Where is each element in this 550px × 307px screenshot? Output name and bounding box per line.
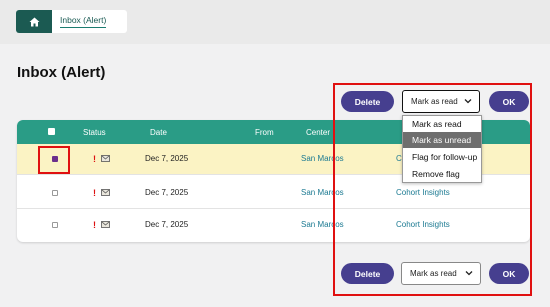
row-checkbox[interactable] — [52, 222, 58, 228]
header-date[interactable]: Date — [150, 128, 167, 137]
header-from[interactable]: From — [255, 128, 274, 137]
home-button[interactable] — [16, 10, 52, 33]
select-all-checkbox[interactable] — [48, 128, 55, 135]
breadcrumb: Inbox (Alert) — [16, 10, 127, 33]
breadcrumb-current[interactable]: Inbox (Alert) — [60, 15, 107, 28]
row-date: Dec 7, 2025 — [145, 188, 189, 197]
row-date: Dec 7, 2025 — [145, 220, 189, 229]
priority-icon: ! — [93, 188, 96, 198]
mail-icon — [101, 221, 110, 228]
header-center[interactable]: Center — [306, 128, 330, 137]
annotation-highlight-checkbox — [38, 146, 70, 174]
row-date: Dec 7, 2025 — [145, 154, 189, 163]
annotation-highlight-actions — [333, 83, 532, 296]
mail-icon — [101, 189, 110, 196]
row-checkbox[interactable] — [52, 190, 58, 196]
page-title: Inbox (Alert) — [17, 64, 106, 81]
priority-icon: ! — [93, 154, 96, 164]
priority-icon: ! — [93, 220, 96, 230]
header-status[interactable]: Status — [83, 128, 106, 137]
home-icon — [29, 17, 39, 26]
mail-icon — [101, 155, 110, 162]
top-bar: Inbox (Alert) — [0, 0, 550, 44]
